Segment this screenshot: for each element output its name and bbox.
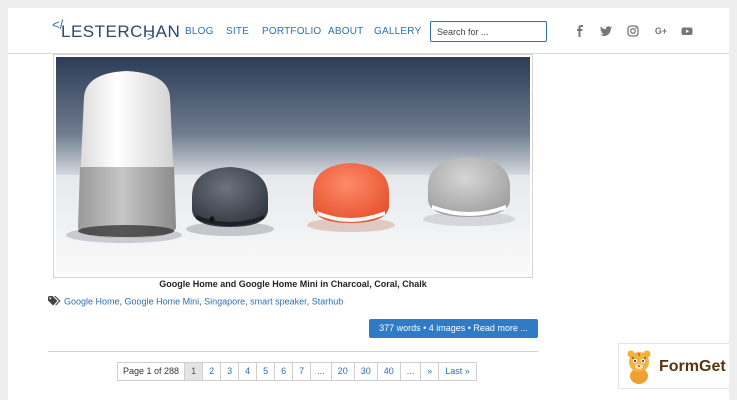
- post-tags: Google Home, Google Home Mini, Singapore…: [48, 296, 343, 308]
- nav-about[interactable]: ABOUT: [328, 26, 363, 37]
- page-current: 1: [185, 363, 204, 380]
- tag-link-starhub[interactable]: Starhub: [312, 296, 344, 306]
- formget-watermark: FormGet: [618, 343, 729, 389]
- google-plus-icon[interactable]: G+: [653, 25, 669, 37]
- google-home-photo: [56, 57, 530, 275]
- logo-suffix: >: [147, 29, 155, 44]
- tag-link-smart-speaker[interactable]: smart speaker: [250, 296, 307, 306]
- page-next[interactable]: »: [421, 363, 440, 380]
- page-last[interactable]: Last »: [439, 363, 476, 380]
- pagination: Page 1 of 288 1 2 3 4 5 6 7 ... 20 30 40…: [117, 362, 477, 381]
- tags-icon: [48, 296, 61, 308]
- tag-link-google-home-mini[interactable]: Google Home Mini: [125, 296, 200, 306]
- facebook-icon[interactable]: [574, 25, 586, 37]
- instagram-icon[interactable]: [627, 25, 639, 37]
- site-header: </ LESTERCHAN > BLOG SITE PORTFOLIO ABOU…: [8, 8, 729, 54]
- post-image[interactable]: [53, 54, 533, 278]
- page-link-3[interactable]: 3: [221, 363, 240, 380]
- page-link-4[interactable]: 4: [239, 363, 258, 380]
- page-link-2[interactable]: 2: [203, 363, 222, 380]
- page-link-40[interactable]: 40: [378, 363, 401, 380]
- image-caption: Google Home and Google Home Mini in Char…: [159, 279, 427, 289]
- nav-gallery[interactable]: GALLERY: [374, 26, 421, 37]
- search-input[interactable]: [430, 21, 547, 42]
- page-link-30[interactable]: 30: [355, 363, 378, 380]
- nav-site[interactable]: SITE: [226, 26, 249, 37]
- page-link-6[interactable]: 6: [275, 363, 294, 380]
- page-link-20[interactable]: 20: [332, 363, 355, 380]
- page-ellipsis: ...: [401, 363, 422, 380]
- page-link-7[interactable]: 7: [293, 363, 312, 380]
- page-frame: </ LESTERCHAN > BLOG SITE PORTFOLIO ABOU…: [8, 8, 729, 400]
- formget-text: FormGet: [659, 358, 726, 375]
- post-divider: [48, 351, 538, 352]
- tag-link-singapore[interactable]: Singapore: [204, 296, 245, 306]
- nav-blog[interactable]: BLOG: [185, 26, 214, 37]
- logo-text: LESTERCHAN: [61, 22, 181, 41]
- twitter-icon[interactable]: [600, 25, 612, 37]
- page-ellipsis: ...: [311, 363, 332, 380]
- page-link-5[interactable]: 5: [257, 363, 276, 380]
- tag-link-google-home[interactable]: Google Home: [64, 296, 120, 306]
- youtube-icon[interactable]: [681, 25, 693, 37]
- nav-portfolio[interactable]: PORTFOLIO: [262, 26, 321, 37]
- page-info: Page 1 of 288: [118, 363, 186, 380]
- read-more-button[interactable]: 377 words • 4 images • Read more ...: [369, 319, 538, 338]
- formget-tiger-logo: [624, 348, 654, 385]
